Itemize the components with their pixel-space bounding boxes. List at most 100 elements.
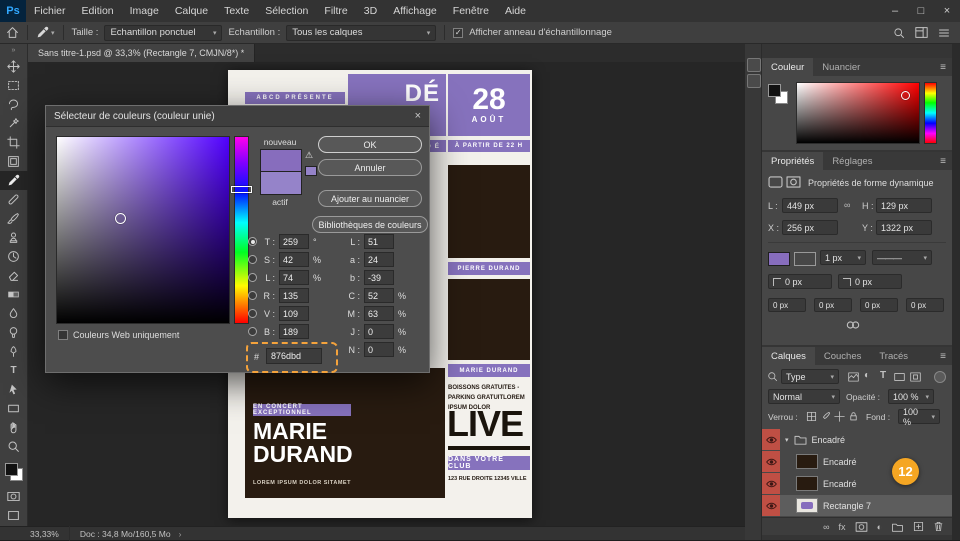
menu-filtre[interactable]: Filtre bbox=[316, 0, 355, 22]
add-mask-icon[interactable] bbox=[855, 521, 868, 532]
group-expand-icon[interactable]: ▾ bbox=[785, 436, 789, 444]
radio-red[interactable] bbox=[248, 291, 257, 300]
stroke-color-swatch[interactable] bbox=[794, 252, 816, 266]
tool-crop[interactable] bbox=[0, 133, 28, 152]
layer-thumbnail[interactable] bbox=[796, 454, 818, 469]
panel-menu-icon[interactable]: ≡ bbox=[934, 58, 952, 76]
layer-row[interactable]: Encadré bbox=[762, 451, 952, 472]
new-group-icon[interactable] bbox=[891, 522, 904, 532]
red-field[interactable]: 135 bbox=[279, 288, 309, 303]
lab-a-field[interactable]: 24 bbox=[364, 252, 394, 267]
filter-type-icon[interactable]: T bbox=[880, 370, 886, 381]
document-tab[interactable]: Sans titre-1.psd @ 33,3% (Rectangle 7, C… bbox=[28, 44, 256, 62]
toolbar-collapse-icon[interactable]: » bbox=[12, 44, 16, 57]
panel-list-icon[interactable] bbox=[938, 27, 950, 39]
search-icon[interactable] bbox=[893, 27, 905, 39]
current-color-swatch[interactable] bbox=[260, 171, 302, 195]
black-field[interactable]: 0 bbox=[364, 342, 394, 357]
menu-edition[interactable]: Edition bbox=[74, 0, 122, 22]
corner-radius-mini-field[interactable]: 0 px bbox=[768, 298, 806, 312]
tool-path-selection[interactable] bbox=[0, 380, 28, 399]
width-field[interactable]: 449 px bbox=[782, 198, 838, 213]
filter-adjustment-icon[interactable]: ◐ bbox=[864, 370, 870, 381]
layer-visibility-toggle[interactable] bbox=[762, 429, 780, 450]
filter-shape-icon[interactable] bbox=[894, 372, 905, 382]
opacity-dropdown[interactable]: 100 % ▾ bbox=[888, 389, 934, 404]
panel-hue-strip[interactable] bbox=[924, 82, 937, 144]
tab-reglages[interactable]: Réglages bbox=[823, 152, 881, 170]
quick-mask-icon[interactable] bbox=[0, 487, 28, 506]
collapsed-panel-icon[interactable] bbox=[747, 74, 761, 88]
filter-smart-object-icon[interactable] bbox=[910, 372, 921, 382]
yellow-field[interactable]: 0 bbox=[364, 324, 394, 339]
minimize-button[interactable]: – bbox=[882, 0, 908, 22]
collapsed-panel-icon[interactable] bbox=[747, 58, 761, 72]
menu-image[interactable]: Image bbox=[122, 0, 167, 22]
tool-hand[interactable] bbox=[0, 418, 28, 437]
foreground-color-swatch[interactable] bbox=[4, 463, 18, 476]
tool-eyedropper[interactable] bbox=[0, 171, 28, 190]
lab-l-field[interactable]: 51 bbox=[364, 234, 394, 249]
tool-brush[interactable] bbox=[0, 209, 28, 228]
eyedropper-preset-icon[interactable]: ▾ bbox=[36, 26, 55, 39]
tab-calques[interactable]: Calques bbox=[762, 347, 815, 365]
layer-style-icon[interactable]: fx bbox=[839, 522, 846, 532]
radio-saturation[interactable] bbox=[248, 255, 257, 264]
corner-radius-field[interactable]: 0 px bbox=[768, 274, 832, 289]
tool-history-brush[interactable] bbox=[0, 247, 28, 266]
add-to-swatches-button[interactable]: Ajouter au nuancier bbox=[318, 190, 422, 207]
new-adjustment-icon[interactable]: ◐ bbox=[877, 522, 882, 532]
tool-blur[interactable] bbox=[0, 304, 28, 323]
layer-filter-dropdown[interactable]: Type ▾ bbox=[781, 369, 839, 384]
workspace-icon[interactable] bbox=[915, 26, 928, 39]
delete-layer-icon[interactable] bbox=[933, 521, 944, 532]
lock-all-icon[interactable] bbox=[848, 411, 859, 422]
stroke-width-dropdown[interactable]: 1 px ▾ bbox=[820, 250, 866, 265]
tab-nuancier[interactable]: Nuancier bbox=[813, 58, 869, 76]
layer-visibility-toggle[interactable] bbox=[762, 451, 780, 472]
home-icon[interactable] bbox=[6, 26, 19, 39]
tool-gradient[interactable] bbox=[0, 285, 28, 304]
tool-zoom[interactable] bbox=[0, 437, 28, 456]
screen-mode-icon[interactable] bbox=[0, 506, 28, 525]
blend-mode-dropdown[interactable]: Normal ▾ bbox=[768, 389, 840, 404]
tool-pen[interactable] bbox=[0, 342, 28, 361]
dialog-title-bar[interactable]: Sélecteur de couleurs (couleur unie) × bbox=[46, 106, 429, 127]
layer-visibility-toggle[interactable] bbox=[762, 473, 780, 494]
taille-dropdown[interactable]: Echantillon ponctuel ▾ bbox=[104, 24, 223, 41]
gamut-swatch[interactable] bbox=[305, 166, 317, 176]
lock-transparency-icon[interactable] bbox=[806, 411, 817, 422]
corner-radius-field[interactable]: 0 px bbox=[838, 274, 902, 289]
new-layer-icon[interactable] bbox=[913, 521, 924, 532]
cancel-button[interactable]: Annuler bbox=[318, 159, 422, 176]
tool-eraser[interactable] bbox=[0, 266, 28, 285]
tool-healing-brush[interactable] bbox=[0, 190, 28, 209]
layer-row-group[interactable]: ▾ Encadré bbox=[762, 429, 952, 450]
hue-slider-marker[interactable] bbox=[231, 186, 252, 193]
panel-menu-icon[interactable]: ≡ bbox=[934, 152, 952, 170]
hue-field[interactable]: 259 bbox=[279, 234, 309, 249]
link-layers-icon[interactable]: ∞ bbox=[823, 522, 829, 532]
lab-b-field[interactable]: -39 bbox=[364, 270, 394, 285]
tool-frame[interactable] bbox=[0, 152, 28, 171]
radio-blue[interactable] bbox=[248, 327, 257, 336]
link-dimensions-icon[interactable]: ∞ bbox=[844, 200, 850, 210]
lightness-field[interactable]: 74 bbox=[279, 270, 309, 285]
fill-color-swatch[interactable] bbox=[768, 252, 790, 266]
fill-dropdown[interactable]: 100 % ▾ bbox=[898, 407, 940, 427]
panel-color-field[interactable] bbox=[796, 82, 920, 144]
blue-field[interactable]: 189 bbox=[279, 324, 309, 339]
tool-clone-stamp[interactable] bbox=[0, 228, 28, 247]
layer-row[interactable]: Encadré bbox=[762, 473, 952, 494]
tool-move[interactable] bbox=[0, 57, 28, 76]
web-colors-checkbox[interactable] bbox=[58, 330, 68, 340]
shape-layer-thumbnail[interactable] bbox=[796, 498, 818, 513]
sample-dropdown[interactable]: Tous les calques ▾ bbox=[286, 24, 437, 41]
filter-pixel-icon[interactable] bbox=[848, 372, 859, 382]
layer-visibility-toggle[interactable] bbox=[762, 495, 780, 516]
menu-3d[interactable]: 3D bbox=[356, 0, 385, 22]
menu-fichier[interactable]: Fichier bbox=[26, 0, 74, 22]
corner-radius-mini-field[interactable]: 0 px bbox=[906, 298, 944, 312]
tool-dodge[interactable] bbox=[0, 323, 28, 342]
menu-selection[interactable]: Sélection bbox=[257, 0, 316, 22]
